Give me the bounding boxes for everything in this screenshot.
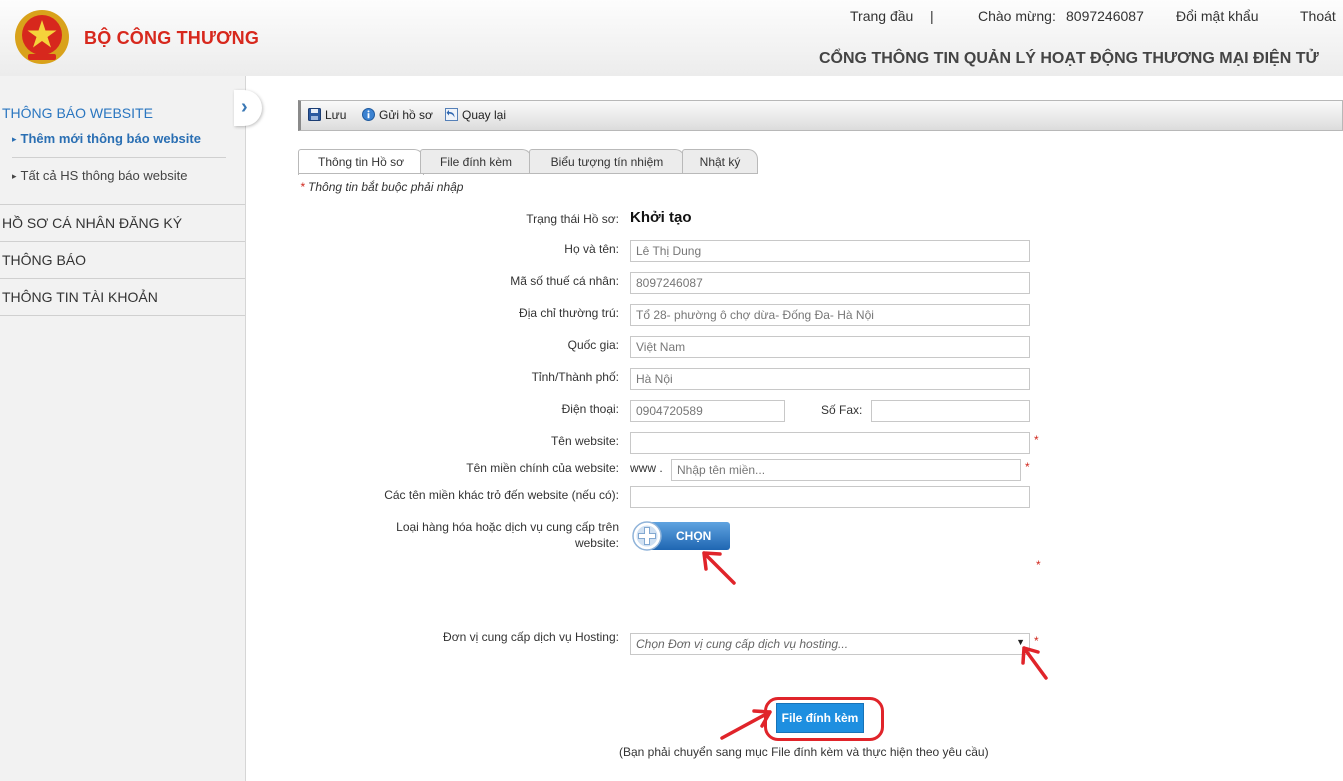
country-field[interactable]: Việt Nam bbox=[630, 336, 1030, 358]
tab-profile-info[interactable]: Thông tin Hồ sơ bbox=[298, 149, 424, 175]
website-name-label: Tên website: bbox=[550, 434, 619, 448]
sidebar-item-notifications[interactable]: THÔNG BÁO bbox=[2, 252, 86, 268]
annotation-arrow-icon bbox=[1021, 646, 1048, 680]
province-field[interactable]: Hà Nội bbox=[630, 368, 1030, 390]
save-icon bbox=[308, 108, 321, 121]
required-note-text: Thông tin bắt buộc phải nhập bbox=[308, 180, 464, 194]
chevron-right-icon: › bbox=[241, 96, 248, 118]
required-star: * bbox=[300, 180, 305, 194]
domain-input[interactable]: Nhập tên miền... bbox=[671, 459, 1021, 481]
phone-field[interactable]: 0904720589 bbox=[630, 400, 785, 422]
fullname-label: Họ và tên: bbox=[564, 242, 619, 256]
username: 8097246087 bbox=[1066, 8, 1144, 24]
sidebar-item-label: Tất cả HS thông báo website bbox=[20, 168, 188, 183]
goods-services-label: Loại hàng hóa hoặc dịch vụ cung cấp trên bbox=[396, 520, 619, 534]
submit-button[interactable]: Gửi hồ sơ bbox=[362, 108, 433, 122]
sidebar-website-notice-title[interactable]: THÔNG BÁO WEBSITE bbox=[2, 105, 153, 121]
divider bbox=[0, 315, 245, 316]
tab-log[interactable]: Nhật ký bbox=[682, 149, 758, 174]
plus-icon bbox=[632, 521, 662, 551]
sidebar-item-account-info[interactable]: THÔNG TIN TÀI KHOẢN bbox=[2, 289, 158, 305]
hosting-provider-select[interactable]: Chọn Đơn vị cung cấp dịch vụ hosting... … bbox=[630, 633, 1030, 655]
sidebar-item-add-website-notice[interactable]: ▸ Thêm mới thông báo website bbox=[12, 131, 201, 146]
choose-button-label: CHỌN bbox=[676, 529, 712, 543]
status-value: Khởi tạo bbox=[630, 209, 692, 226]
required-star: * bbox=[1025, 460, 1030, 474]
annotation-arrow-icon bbox=[720, 709, 772, 740]
divider bbox=[12, 157, 226, 158]
bullet-icon: ▸ bbox=[12, 134, 17, 144]
address-label: Địa chỉ thường trú: bbox=[519, 306, 619, 320]
portal-title: CỔNG THÔNG TIN QUẢN LÝ HOẠT ĐỘNG THƯƠNG … bbox=[819, 50, 1319, 67]
info-icon bbox=[362, 108, 375, 121]
required-star: * bbox=[1036, 558, 1041, 572]
hosting-select-value: Chọn Đơn vị cung cấp dịch vụ hosting... bbox=[636, 637, 849, 651]
brand-title: BỘ CÔNG THƯƠNG bbox=[84, 28, 260, 48]
submit-label: Gửi hồ sơ bbox=[379, 108, 433, 122]
attachment-instruction: (Bạn phải chuyển sang mục File đính kèm … bbox=[619, 745, 989, 759]
back-label: Quay lại bbox=[462, 108, 507, 122]
divider bbox=[0, 278, 245, 279]
tax-code-label: Mã số thuế cá nhân: bbox=[510, 274, 619, 288]
sidebar: THÔNG BÁO WEBSITE ▸ Thêm mới thông báo we… bbox=[0, 76, 246, 781]
greeting-label: Chào mừng: bbox=[978, 8, 1056, 24]
country-label: Quốc gia: bbox=[567, 338, 619, 352]
sidebar-item-all-website-notices[interactable]: ▸ Tất cả HS thông báo website bbox=[12, 168, 187, 183]
other-domains-field[interactable] bbox=[630, 486, 1030, 508]
save-button[interactable]: Lưu bbox=[308, 108, 346, 122]
home-link[interactable]: Trang đầu bbox=[850, 8, 913, 24]
bullet-icon: ▸ bbox=[12, 171, 17, 181]
tab-trust-badge[interactable]: Biểu tượng tín nhiệm bbox=[529, 149, 685, 174]
page: BỘ CÔNG THƯƠNG Trang đầu | Chào mừng: 80… bbox=[0, 0, 1343, 781]
annotation-arrow-icon bbox=[702, 551, 736, 585]
tax-code-field[interactable]: 8097246087 bbox=[630, 272, 1030, 294]
divider bbox=[0, 204, 245, 205]
domain-prefix: www . bbox=[630, 461, 663, 475]
domain-label: Tên miền chính của website: bbox=[466, 461, 619, 475]
status-label: Trạng thái Hồ sơ: bbox=[526, 212, 619, 226]
change-password-link[interactable]: Đổi mật khẩu bbox=[1176, 8, 1258, 24]
back-icon bbox=[445, 108, 458, 121]
fax-label: Số Fax: bbox=[821, 403, 863, 417]
save-label: Lưu bbox=[325, 108, 347, 122]
goods-services-label-cont: website: bbox=[574, 536, 619, 550]
logout-link[interactable]: Thoát bbox=[1300, 8, 1336, 24]
hosting-label: Đơn vị cung cấp dịch vụ Hosting: bbox=[443, 630, 619, 644]
address-field[interactable]: Tổ 28- phường ô chợ dừa- Đống Đa- Hà Nội bbox=[630, 304, 1030, 326]
national-emblem-icon bbox=[15, 10, 69, 64]
back-button[interactable]: Quay lại bbox=[445, 108, 506, 122]
province-label: Tỉnh/Thành phố: bbox=[531, 370, 619, 384]
tab-attachments[interactable]: File đính kèm bbox=[420, 149, 532, 174]
website-name-field[interactable] bbox=[630, 432, 1030, 454]
fullname-field[interactable]: Lê Thị Dung bbox=[630, 240, 1030, 262]
sidebar-item-personal-profile[interactable]: HỒ SƠ CÁ NHÂN ĐĂNG KÝ bbox=[2, 215, 182, 231]
required-star: * bbox=[1034, 433, 1039, 447]
header-separator: | bbox=[930, 8, 934, 24]
divider bbox=[0, 241, 245, 242]
annotation-highlight-circle bbox=[764, 697, 884, 741]
other-domains-label: Các tên miền khác trỏ đến website (nếu c… bbox=[384, 488, 619, 502]
header: BỘ CÔNG THƯƠNG Trang đầu | Chào mừng: 80… bbox=[0, 0, 1343, 76]
toolbar: Lưu Gửi hồ sơ Quay lại bbox=[298, 100, 1343, 131]
sidebar-item-label: Thêm mới thông báo website bbox=[20, 131, 201, 146]
phone-label: Điện thoại: bbox=[561, 402, 619, 416]
fax-field[interactable] bbox=[871, 400, 1030, 422]
tab-divider bbox=[298, 173, 758, 174]
required-note: * Thông tin bắt buộc phải nhập bbox=[300, 180, 463, 194]
sidebar-collapse-button[interactable]: › bbox=[234, 90, 262, 126]
